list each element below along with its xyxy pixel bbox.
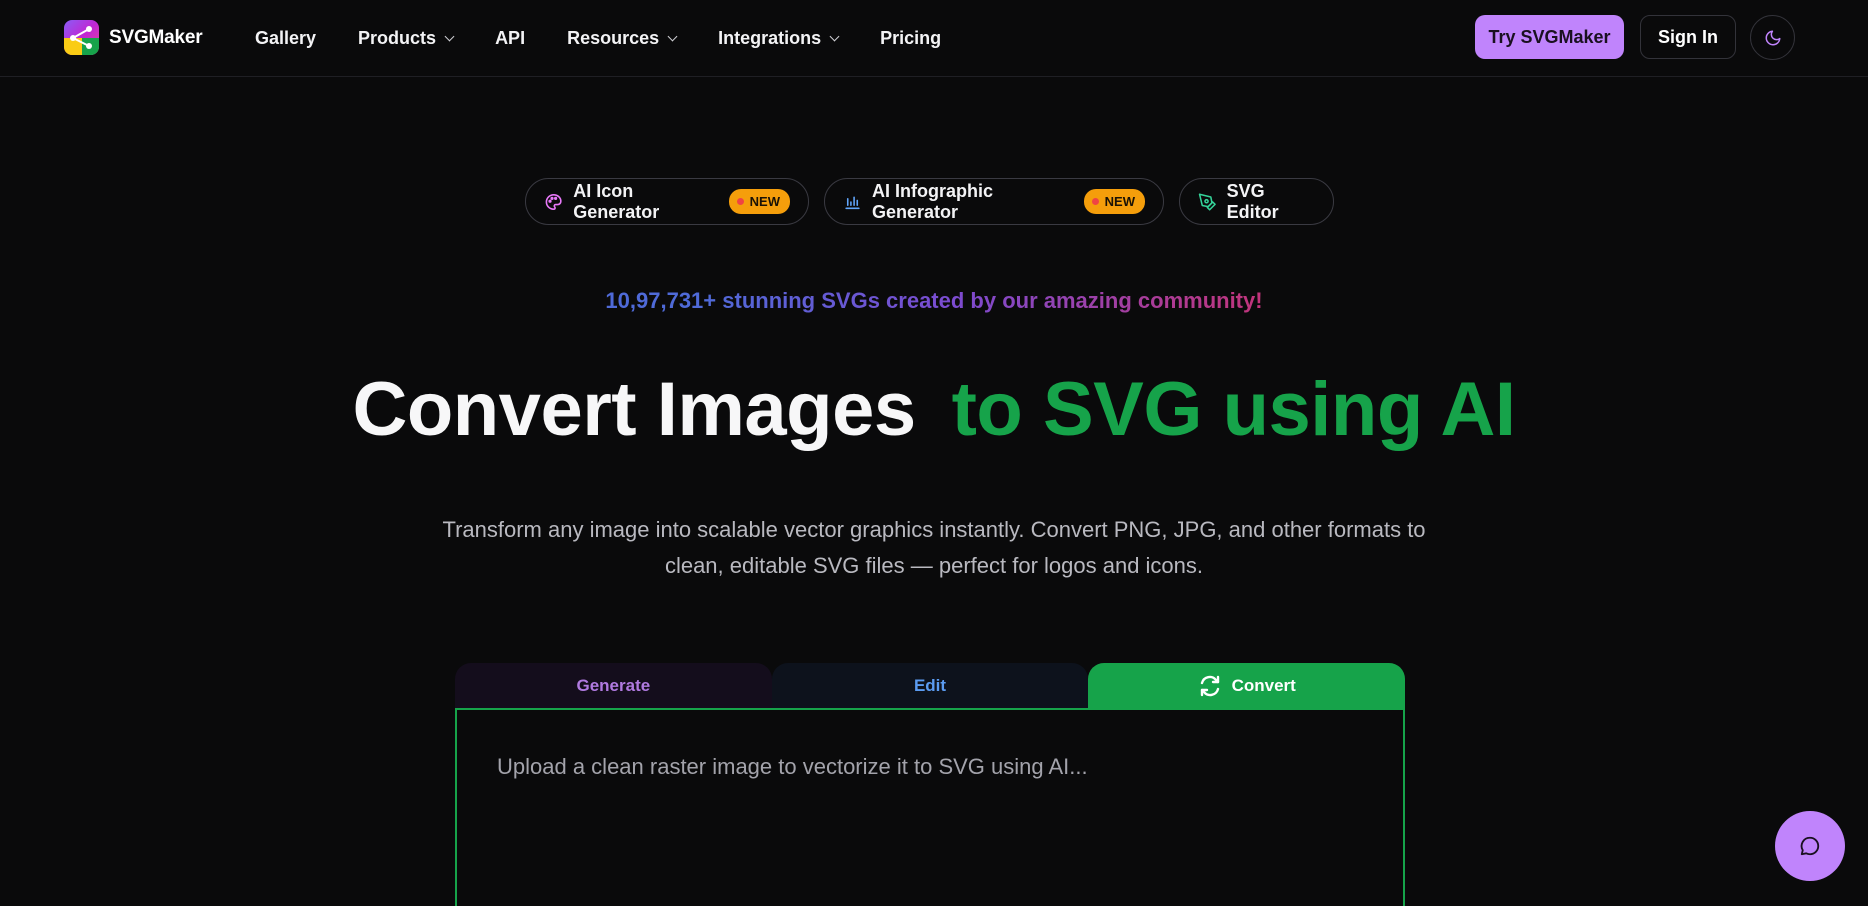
nav-label: Pricing [880,28,942,48]
upload-placeholder: Upload a clean raster image to vectorize… [497,754,1088,779]
pill-label: AI Icon Generator [573,180,660,222]
refresh-arrows-icon [1200,675,1219,697]
palette-icon [545,193,562,210]
nav-item-pricing[interactable]: Pricing [880,28,941,49]
tab-label: Generate [576,676,651,695]
hero-title-green: to SVG using AI [951,367,1516,452]
hero-title: Convert Images to SVG using AI [0,372,1868,448]
badge-label: NEW [749,194,780,209]
svg-count: 10,97,731 [605,288,704,313]
new-badge: NEW [1083,189,1145,214]
nav-item-gallery[interactable]: Gallery [255,28,316,49]
site-header: SVGMaker Gallery Products API Resources … [0,0,1868,77]
brand-name: SVGMaker [109,26,203,48]
nav-label: Gallery [255,28,317,48]
bar-chart-icon [845,195,860,209]
moon-icon [1765,30,1780,45]
nav-label: Integrations [718,28,822,48]
hero-title-white: Convert Images [352,367,916,452]
chat-bubble-icon [1800,836,1820,856]
chevron-down-icon [829,31,840,42]
nav-item-integrations[interactable]: Integrations [718,28,840,49]
brand-logo[interactable]: SVGMaker [64,20,203,55]
tab-label: Convert [1231,676,1296,695]
main-nav: Gallery Products API Resources Integrati… [255,0,941,77]
nav-label: Products [358,28,437,48]
hero-subtitle: Transform any image into scalable vector… [442,517,1426,578]
logo-icon [64,20,99,55]
tab-generate[interactable]: Generate [455,663,772,709]
pill-label: AI Infographic Generator [872,180,994,222]
pill-label: SVG Editor [1226,180,1279,222]
community-counter: 10,97,731+ stunning SVGs created by our … [0,288,1868,314]
chevron-down-icon [444,31,455,42]
pill-ai-infographic-generator[interactable]: AI Infographic Generator NEW [824,178,1164,225]
community-text: + stunning SVGs created by our amazing c… [703,288,1263,313]
new-badge: NEW [728,189,790,214]
nav-item-resources[interactable]: Resources [567,28,678,49]
badge-label: NEW [1104,194,1135,209]
sign-in-button[interactable]: Sign In [1640,15,1736,59]
nav-item-products[interactable]: Products [358,28,455,49]
chat-button[interactable] [1775,811,1845,881]
nav-item-api[interactable]: API [495,28,525,49]
pill-ai-icon-generator[interactable]: AI Icon Generator NEW [525,178,809,225]
chevron-down-icon [667,31,678,42]
try-svgmaker-button[interactable]: Try SVGMaker [1475,15,1624,59]
tab-convert[interactable]: Convert [1088,663,1406,709]
mode-tabs: Generate Edit Convert [455,663,1406,709]
nav-label: API [495,28,526,48]
pill-svg-editor[interactable]: SVG Editor [1179,178,1334,225]
theme-toggle-button[interactable] [1750,15,1795,60]
nav-label: Resources [567,28,660,48]
pen-tool-icon [1198,192,1216,211]
tab-edit[interactable]: Edit [771,663,1089,709]
convert-upload-panel[interactable]: Upload a clean raster image to vectorize… [455,708,1405,906]
tab-label: Edit [913,676,947,695]
